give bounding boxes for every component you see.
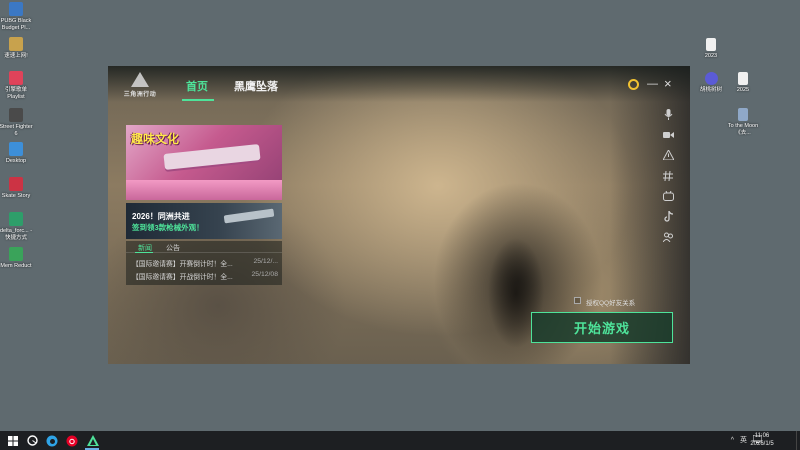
desktop-icon-desktop-folder[interactable]: Desktop: [0, 142, 34, 165]
video-icon[interactable]: [662, 129, 674, 141]
warning-icon[interactable]: [662, 149, 674, 161]
app-2-icon: [9, 37, 23, 51]
news-item[interactable]: 【国际邀请赛】开战倒计时！全... 25/12/08: [126, 268, 282, 281]
desktop-icon-label: 2023: [704, 53, 718, 59]
minimize-button[interactable]: —: [647, 78, 658, 90]
ime-indicator[interactable]: 英: [740, 435, 747, 445]
skate-story-icon: [9, 177, 23, 191]
to-the-moon-icon: [738, 108, 748, 121]
tab-announcements[interactable]: 公告: [166, 243, 180, 253]
coin-icon[interactable]: [628, 79, 639, 90]
banner-display-table: [126, 180, 282, 200]
game-logo: 三角洲行动: [120, 72, 160, 102]
desktop-icon-delta-force[interactable]: delta_forc... - 快捷方式: [0, 212, 34, 241]
tray-overflow-chevron-icon[interactable]: ^: [731, 437, 734, 444]
search-icon[interactable]: [26, 434, 39, 447]
desktop-icon-label: Skate Story: [1, 193, 31, 199]
netease-music-icon: [9, 71, 23, 85]
desktop-icon-file-2023[interactable]: 2023: [693, 38, 729, 60]
desktop-icon-label: delta_forc... - 快捷方式: [0, 228, 33, 241]
news-tab-indicator: [135, 252, 153, 253]
active-tab-indicator: [182, 99, 214, 101]
file-2023-icon: [706, 38, 716, 51]
news-panel: 新闻 公告 【国际邀请赛】开赛倒计时！全... 25/12/... 【国际邀请赛…: [126, 241, 282, 285]
delta-force-icon: [9, 212, 23, 226]
desktop-icon-to-the-moon[interactable]: To the Moon《去...: [725, 108, 761, 136]
banner2-subline: 签到领3款枪械外观！: [132, 223, 204, 232]
event-banner-main[interactable]: 趣味文化: [126, 125, 282, 200]
desktop-icon-label: Mem Reduct: [0, 263, 32, 269]
taskbar: ^ 英 11:06 2026/1/5: [0, 431, 800, 450]
desktop-icon-label: 速速上网!: [4, 53, 28, 59]
start-game-button[interactable]: 开始游戏: [531, 312, 673, 343]
desktop-folder-icon: [9, 142, 23, 156]
edge-icon[interactable]: [45, 434, 58, 447]
street-fighter-6-icon: [9, 108, 23, 122]
auth-qq-friends-label: 授权QQ好友关系: [586, 300, 636, 307]
game-launcher-window: 三角洲行动 首页 黑鹰坠落 — × 趣味文化 2026！同洲共进 签到领3款枪械…: [108, 66, 690, 364]
news-item-date: 25/12/...: [253, 258, 278, 265]
windows-start-icon[interactable]: [6, 434, 19, 447]
desktop-icon-label: 胡桃树树: [699, 87, 722, 93]
desktop-icon-label: Street Fighter 6: [0, 124, 33, 137]
desktop-icon-label: To the Moon《去...: [727, 123, 759, 136]
desktop-icon-street-fighter-6[interactable]: Street Fighter 6: [0, 108, 34, 137]
tab-black-hawk-down[interactable]: 黑鹰坠落: [234, 78, 278, 94]
delta-force-taskbar-icon[interactable]: [86, 434, 99, 447]
banner-title: 趣味文化: [131, 132, 180, 146]
tiktok-icon[interactable]: [662, 211, 674, 223]
desktop-icon-label: 2025: [736, 87, 750, 93]
weapon-image: [223, 208, 275, 224]
logo-text: 三角洲行动: [123, 92, 157, 98]
desktop-icon-file-2025[interactable]: 2025: [725, 72, 761, 94]
desktop-icon-pubg-black-budget[interactable]: PUBG Black Budget Pl...: [0, 2, 34, 31]
banner2-headline: 2026！同洲共进: [132, 212, 190, 221]
desktop-icon-netease-music[interactable]: 引擎歌单 Playlist: [0, 71, 34, 100]
close-button[interactable]: ×: [664, 76, 672, 91]
logo-triangle-icon: [131, 72, 149, 87]
news-item-title: 【国际邀请赛】开赛倒计时！全...: [132, 261, 233, 268]
side-toolbar: [662, 108, 676, 252]
desktop-icon-mem-reduct[interactable]: Mem Reduct: [0, 247, 34, 270]
desktop-icon-app-2[interactable]: 速速上网!: [0, 37, 34, 60]
clock-date: 2026/1/5: [750, 440, 774, 447]
community-icon[interactable]: [662, 231, 674, 243]
app-right-icon: [704, 72, 718, 85]
desktop-icon-label: 引擎歌单 Playlist: [4, 87, 27, 100]
news-item[interactable]: 【国际邀请赛】开赛倒计时！全... 25/12/...: [126, 255, 282, 268]
microphone-icon[interactable]: [662, 108, 674, 120]
tab-home[interactable]: 首页: [186, 78, 208, 94]
auth-qq-friends-checkbox[interactable]: [574, 297, 581, 304]
bilibili-icon[interactable]: [662, 190, 674, 202]
news-item-title: 【国际邀请赛】开战倒计时！全...: [132, 274, 233, 281]
show-desktop-button[interactable]: [796, 431, 800, 450]
pubg-black-budget-icon: [9, 2, 23, 16]
desktop-icon-app-right[interactable]: 胡桃树树: [693, 72, 729, 94]
hashtag-icon[interactable]: [662, 170, 674, 182]
netease-cloud-music-icon[interactable]: [65, 434, 78, 447]
desktop-icon-skate-story[interactable]: Skate Story: [0, 177, 34, 200]
event-banner-signin[interactable]: 2026！同洲共进 签到领3款枪械外观！: [126, 203, 282, 239]
weapon-skin-image: [163, 144, 261, 170]
clock-time: 11:06: [754, 433, 770, 439]
news-tabs: 新闻 公告: [126, 241, 282, 253]
desktop-icon-label: Desktop: [5, 158, 27, 164]
desktop-icon-label: PUBG Black Budget Pl...: [0, 18, 32, 31]
mem-reduct-icon: [9, 247, 23, 261]
system-clock[interactable]: 11:06 2026/1/5: [749, 433, 775, 448]
start-game-label: 开始游戏: [573, 321, 630, 336]
file-2025-icon: [738, 72, 748, 85]
news-item-date: 25/12/08: [251, 271, 278, 278]
